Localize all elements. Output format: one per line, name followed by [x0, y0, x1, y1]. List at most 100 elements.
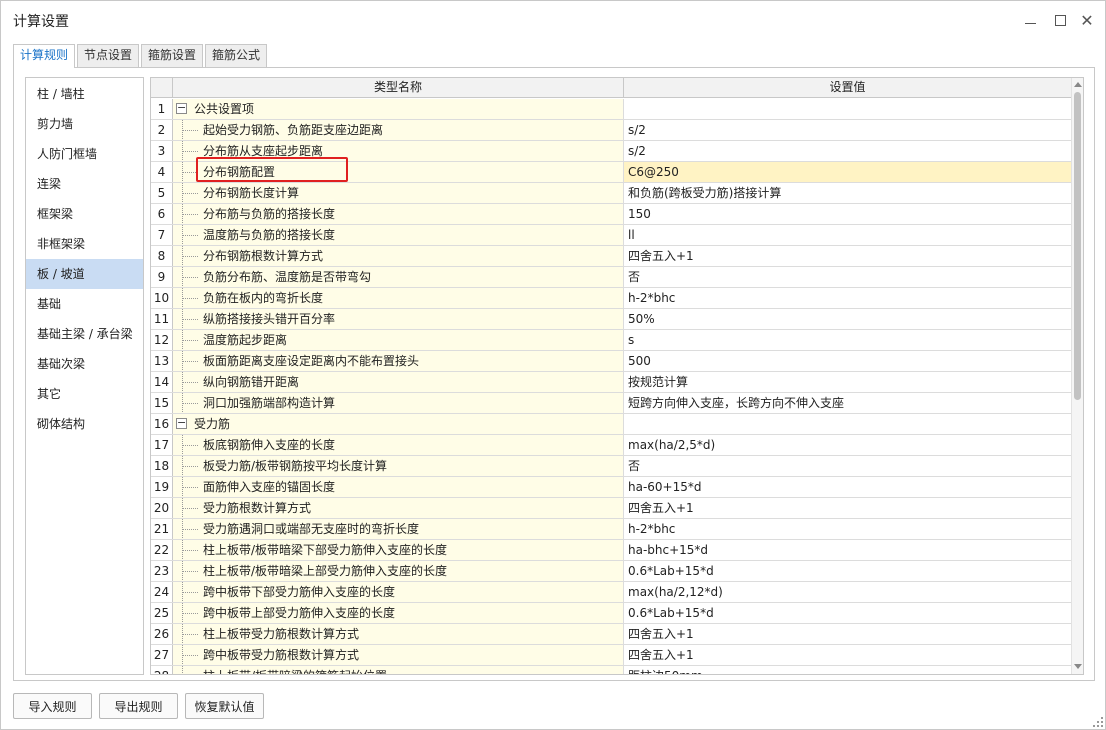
- setting-value-cell[interactable]: max(ha/2,5*d): [624, 435, 1071, 455]
- sidebar-item-coupling-beam[interactable]: 连梁: [26, 169, 143, 199]
- table-row[interactable]: 6 分布筋与负筋的搭接长度 150: [151, 204, 1071, 225]
- setting-value-cell[interactable]: ha-60+15*d: [624, 477, 1071, 497]
- setting-value-cell[interactable]: 否: [624, 267, 1071, 287]
- table-row[interactable]: 7 温度筋与负筋的搭接长度 ll: [151, 225, 1071, 246]
- setting-value-cell[interactable]: s/2: [624, 120, 1071, 140]
- type-name-cell[interactable]: 纵向钢筋错开距离: [173, 372, 624, 392]
- group-row[interactable]: 16− 受力筋: [151, 414, 1071, 435]
- type-name-cell[interactable]: 负筋分布筋、温度筋是否带弯勾: [173, 267, 624, 287]
- sidebar-item-foundation-main-beam[interactable]: 基础主梁 / 承台梁: [26, 319, 143, 349]
- setting-value-cell[interactable]: s: [624, 330, 1071, 350]
- table-row[interactable]: 2 起始受力钢筋、负筋距支座边距离 s/2: [151, 120, 1071, 141]
- header-type-name[interactable]: 类型名称: [173, 78, 624, 97]
- table-row[interactable]: 11 纵筋搭接接头错开百分率 50%: [151, 309, 1071, 330]
- setting-value-cell[interactable]: 四舍五入+1: [624, 246, 1071, 266]
- sidebar-item-non-frame-beam[interactable]: 非框架梁: [26, 229, 143, 259]
- table-row[interactable]: 18 板受力筋/板带钢筋按平均长度计算 否: [151, 456, 1071, 477]
- resize-grip-icon[interactable]: [1093, 717, 1103, 727]
- type-name-cell[interactable]: 起始受力钢筋、负筋距支座边距离: [173, 120, 624, 140]
- collapse-icon[interactable]: −: [176, 102, 187, 114]
- setting-value-cell[interactable]: h-2*bhc: [624, 519, 1071, 539]
- sidebar-item-foundation[interactable]: 基础: [26, 289, 143, 319]
- tab-stirrup-settings[interactable]: 箍筋设置: [141, 44, 204, 67]
- group-name-cell[interactable]: − 受力筋: [173, 414, 624, 434]
- close-button[interactable]: ✕: [1076, 9, 1098, 31]
- table-row[interactable]: 12 温度筋起步距离 s: [151, 330, 1071, 351]
- setting-value-cell[interactable]: h-2*bhc: [624, 288, 1071, 308]
- setting-value-cell[interactable]: C6@250: [624, 162, 1071, 182]
- table-row[interactable]: 8 分布钢筋根数计算方式 四舍五入+1: [151, 246, 1071, 267]
- setting-value-cell[interactable]: 短跨方向伸入支座，长跨方向不伸入支座: [624, 393, 1071, 413]
- table-row[interactable]: 24 跨中板带下部受力筋伸入支座的长度 max(ha/2,12*d): [151, 582, 1071, 603]
- tab-calc-rules[interactable]: 计算规则: [13, 44, 76, 68]
- table-row[interactable]: 22 柱上板带/板带暗梁下部受力筋伸入支座的长度 ha-bhc+15*d: [151, 540, 1071, 561]
- setting-value-cell[interactable]: 按规范计算: [624, 372, 1071, 392]
- setting-value-cell[interactable]: [624, 99, 1071, 119]
- setting-value-cell[interactable]: 和负筋(跨板受力筋)搭接计算: [624, 183, 1071, 203]
- type-name-cell[interactable]: 跨中板带下部受力筋伸入支座的长度: [173, 582, 624, 602]
- table-row[interactable]: 17 板底钢筋伸入支座的长度 max(ha/2,5*d): [151, 435, 1071, 456]
- table-row[interactable]: 20 受力筋根数计算方式 四舍五入+1: [151, 498, 1071, 519]
- table-row[interactable]: 3 分布筋从支座起步距离 s/2: [151, 141, 1071, 162]
- type-name-cell[interactable]: 分布钢筋长度计算: [173, 183, 624, 203]
- type-name-cell[interactable]: 纵筋搭接接头错开百分率: [173, 309, 624, 329]
- import-rules-button[interactable]: 导入规则: [13, 693, 92, 719]
- type-name-cell[interactable]: 板底钢筋伸入支座的长度: [173, 435, 624, 455]
- table-row[interactable]: 13 板面筋距离支座设定距离内不能布置接头 500: [151, 351, 1071, 372]
- header-setting-value[interactable]: 设置值: [624, 78, 1071, 97]
- table-row[interactable]: 4 分布钢筋配置 C6@250: [151, 162, 1071, 183]
- table-row[interactable]: 21 受力筋遇洞口或端部无支座时的弯折长度 h-2*bhc: [151, 519, 1071, 540]
- setting-value-cell[interactable]: 150: [624, 204, 1071, 224]
- minimize-button[interactable]: [1019, 9, 1041, 31]
- export-rules-button[interactable]: 导出规则: [99, 693, 178, 719]
- type-name-cell[interactable]: 分布筋从支座起步距离: [173, 141, 624, 161]
- sidebar-item-foundation-secondary-beam[interactable]: 基础次梁: [26, 349, 143, 379]
- type-name-cell[interactable]: 跨中板带上部受力筋伸入支座的长度: [173, 603, 624, 623]
- type-name-cell[interactable]: 柱上板带/板带暗梁下部受力筋伸入支座的长度: [173, 540, 624, 560]
- type-name-cell[interactable]: 负筋在板内的弯折长度: [173, 288, 624, 308]
- table-row[interactable]: 26 柱上板带受力筋根数计算方式 四舍五入+1: [151, 624, 1071, 645]
- tab-node-settings[interactable]: 节点设置: [77, 44, 140, 67]
- sidebar-item-shear-wall[interactable]: 剪力墙: [26, 109, 143, 139]
- setting-value-cell[interactable]: s/2: [624, 141, 1071, 161]
- type-name-cell[interactable]: 板面筋距离支座设定距离内不能布置接头: [173, 351, 624, 371]
- type-name-cell[interactable]: 分布钢筋根数计算方式: [173, 246, 624, 266]
- sidebar-item-column[interactable]: 柱 / 墙柱: [26, 79, 143, 109]
- sidebar-item-slab-ramp[interactable]: 板 / 坡道: [26, 259, 143, 289]
- table-row[interactable]: 9 负筋分布筋、温度筋是否带弯勾 否: [151, 267, 1071, 288]
- table-row[interactable]: 23 柱上板带/板带暗梁上部受力筋伸入支座的长度 0.6*Lab+15*d: [151, 561, 1071, 582]
- type-name-cell[interactable]: 受力筋遇洞口或端部无支座时的弯折长度: [173, 519, 624, 539]
- vertical-scrollbar[interactable]: [1071, 78, 1083, 674]
- setting-value-cell[interactable]: 四舍五入+1: [624, 645, 1071, 665]
- type-name-cell[interactable]: 分布筋与负筋的搭接长度: [173, 204, 624, 224]
- type-name-cell[interactable]: 分布钢筋配置: [173, 162, 624, 182]
- type-name-cell[interactable]: 柱上板带/板带暗梁上部受力筋伸入支座的长度: [173, 561, 624, 581]
- scroll-up-arrow-icon[interactable]: [1074, 82, 1082, 87]
- table-row[interactable]: 19 面筋伸入支座的锚固长度 ha-60+15*d: [151, 477, 1071, 498]
- setting-value-cell[interactable]: 否: [624, 456, 1071, 476]
- setting-value-cell[interactable]: 0.6*Lab+15*d: [624, 603, 1071, 623]
- type-name-cell[interactable]: 面筋伸入支座的锚固长度: [173, 477, 624, 497]
- type-name-cell[interactable]: 温度筋与负筋的搭接长度: [173, 225, 624, 245]
- table-row[interactable]: 14 纵向钢筋错开距离 按规范计算: [151, 372, 1071, 393]
- sidebar-item-civil-defense-door-wall[interactable]: 人防门框墙: [26, 139, 143, 169]
- type-name-cell[interactable]: 柱上板带/板带暗梁的箍筋起始位置: [173, 666, 624, 674]
- setting-value-cell[interactable]: 50%: [624, 309, 1071, 329]
- table-row[interactable]: 28 柱上板带/板带暗梁的箍筋起始位置 距柱边50mm: [151, 666, 1071, 674]
- type-name-cell[interactable]: 温度筋起步距离: [173, 330, 624, 350]
- type-name-cell[interactable]: 柱上板带受力筋根数计算方式: [173, 624, 624, 644]
- type-name-cell[interactable]: 受力筋根数计算方式: [173, 498, 624, 518]
- type-name-cell[interactable]: 洞口加强筋端部构造计算: [173, 393, 624, 413]
- sidebar-item-frame-beam[interactable]: 框架梁: [26, 199, 143, 229]
- maximize-button[interactable]: [1049, 9, 1071, 31]
- sidebar-item-masonry[interactable]: 砌体结构: [26, 409, 143, 439]
- setting-value-cell[interactable]: 四舍五入+1: [624, 624, 1071, 644]
- setting-value-cell[interactable]: ha-bhc+15*d: [624, 540, 1071, 560]
- setting-value-cell[interactable]: 距柱边50mm: [624, 666, 1071, 674]
- group-name-cell[interactable]: − 公共设置项: [173, 99, 624, 119]
- setting-value-cell[interactable]: max(ha/2,12*d): [624, 582, 1071, 602]
- scroll-thumb[interactable]: [1074, 92, 1081, 400]
- type-name-cell[interactable]: 跨中板带受力筋根数计算方式: [173, 645, 624, 665]
- tab-stirrup-formula[interactable]: 箍筋公式: [205, 44, 268, 67]
- table-row[interactable]: 27 跨中板带受力筋根数计算方式 四舍五入+1: [151, 645, 1071, 666]
